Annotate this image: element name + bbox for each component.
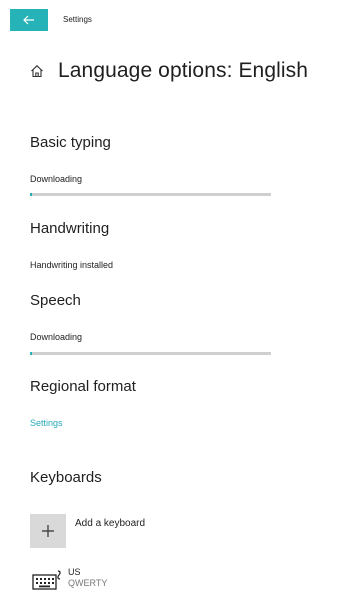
keyboard-name: US [68,567,81,577]
home-icon [30,63,46,79]
title-bar: Settings [0,0,337,34]
back-arrow-icon [23,15,35,25]
regional-format-heading: Regional format [30,378,136,395]
add-keyboard-button[interactable]: Add a keyboard [30,514,145,548]
basic-typing-heading: Basic typing [30,134,111,151]
handwriting-status: Handwriting installed [30,260,114,270]
app-title: Settings [63,15,92,24]
basic-typing-status: Downloading [30,174,83,184]
page-header: Language options: English [30,57,308,85]
handwriting-heading: Handwriting [30,220,110,237]
keyboard-item-us[interactable]: US QWERTY [32,567,107,593]
keyboard-layout: QWERTY [68,578,108,588]
regional-format-settings-link[interactable]: Settings [30,418,63,428]
keyboards-heading: Keyboards [30,469,102,486]
keyboard-icon [32,569,62,593]
speech-heading: Speech [30,292,81,309]
back-button[interactable] [10,9,48,31]
speech-progress-fill [30,352,32,355]
basic-typing-progress-fill [30,193,32,196]
speech-progress-bar [30,352,271,355]
basic-typing-progress-bar [30,193,271,196]
page-title: Language options: English [58,59,309,82]
plus-icon [30,514,66,548]
keyboard-item-text: US QWERTY [68,567,107,589]
speech-status: Downloading [30,332,83,342]
add-keyboard-label: Add a keyboard [75,518,146,529]
